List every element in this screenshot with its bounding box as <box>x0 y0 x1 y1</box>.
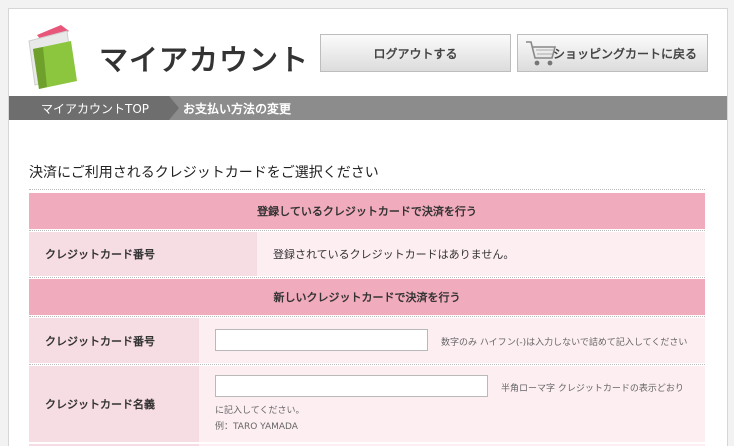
new-card-section-header: 新しいクレジットカードで決済を行う <box>29 279 705 315</box>
card-name-note-1: 半角ローマ字 クレジットカードの表示どおり <box>501 384 684 394</box>
page-title: マイアカウント <box>99 43 310 77</box>
back-to-cart-button[interactable]: ショッピングカートに戻る <box>517 34 708 72</box>
divider <box>29 364 705 365</box>
card-number-input[interactable] <box>215 329 428 351</box>
logout-button[interactable]: ログアウトする <box>320 34 511 72</box>
breadcrumb-arrow-icon <box>169 96 179 120</box>
page: マイアカウント ログアウトする ショッピングカートに戻る マイアカウントTOP … <box>8 8 728 446</box>
card-name-input[interactable] <box>215 375 488 397</box>
card-number-note: 数字のみ ハイフン(-)は入力しないで詰めて記入してください <box>441 338 688 348</box>
back-to-cart-label: ショッピングカートに戻る <box>552 46 697 61</box>
divider <box>29 277 705 278</box>
section-heading: 決済にご利用されるクレジットカードをご選択ください <box>29 165 379 181</box>
shopping-cart-icon <box>526 41 557 66</box>
new-card-number-label: クレジットカード番号 <box>29 318 199 363</box>
breadcrumb-item-top[interactable]: マイアカウントTOP <box>9 96 169 120</box>
breadcrumb: マイアカウントTOP お支払い方法の変更 <box>9 96 727 120</box>
divider <box>29 230 705 231</box>
new-card-name-row: クレジットカード名義 半角ローマ字 クレジットカードの表示どおり に記入してくだ… <box>29 366 705 442</box>
divider <box>29 189 705 190</box>
folder-icon <box>28 25 77 89</box>
header: マイアカウント ログアウトする ショッピングカートに戻る <box>9 9 727 97</box>
new-card-name-label: クレジットカード名義 <box>29 366 199 442</box>
registered-card-row: クレジットカード番号 登録されているクレジットカードはありません。 <box>29 232 705 276</box>
divider <box>29 316 705 317</box>
breadcrumb-item-current: お支払い方法の変更 <box>183 101 292 116</box>
registered-card-number-label: クレジットカード番号 <box>29 232 257 276</box>
new-card-number-row: クレジットカード番号 数字のみ ハイフン(-)は入力しないで詰めて記入してくださ… <box>29 318 705 363</box>
card-name-example: 例：TARO YAMADA <box>215 422 298 432</box>
registered-card-number-value: 登録されているクレジットカードはありません。 <box>273 248 515 261</box>
card-name-note-2: に記入してください。 <box>215 406 305 416</box>
registered-card-section-header: 登録しているクレジットカードで決済を行う <box>29 193 705 229</box>
